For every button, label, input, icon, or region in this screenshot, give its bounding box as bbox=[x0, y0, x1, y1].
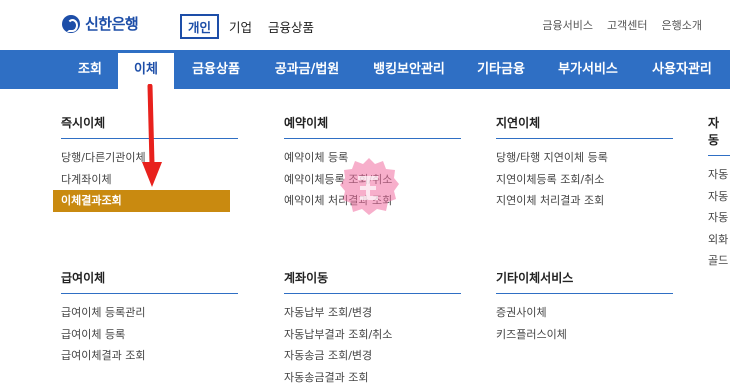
nav-extra-services[interactable]: 부가서비스 bbox=[548, 50, 628, 89]
menu-item[interactable]: 급여이체 등록 bbox=[61, 324, 238, 346]
nav-security[interactable]: 뱅킹보안관리 bbox=[360, 50, 458, 89]
nav-products[interactable]: 금융상품 bbox=[180, 50, 252, 89]
menu-col-title: 기타이체서비스 bbox=[496, 269, 673, 294]
menu-col-delayed: 지연이체 당행/타행 지연이체 등록 지연이체등록 조회/취소 지연이체 처리결… bbox=[496, 114, 673, 212]
nav-utility-court[interactable]: 공과금/법원 bbox=[262, 50, 352, 89]
menu-col-title: 지연이체 bbox=[496, 114, 673, 139]
menu-item[interactable]: 당행/타행 지연이체 등록 bbox=[496, 147, 673, 169]
menu-item[interactable]: 자동 bbox=[708, 164, 730, 186]
menu-col-title: 계좌이동 bbox=[284, 269, 461, 294]
brand-name: 신한은행 bbox=[85, 15, 139, 33]
menu-item[interactable]: 키즈플러스이체 bbox=[496, 324, 673, 346]
page: 신한은행 개인 기업 금융상품 금융서비스 고객센터 은행소개 조회 이체 금융… bbox=[0, 0, 730, 384]
menu-col-other: 기타이체서비스 증권사이체 키즈플러스이체 bbox=[496, 269, 673, 345]
menu-item-highlighted[interactable]: 이체결과조회 bbox=[53, 190, 230, 212]
menu-list: 자동 자동 자동 외화 골드 bbox=[708, 164, 730, 272]
menu-list: 자동납부 조회/변경 자동납부결과 조회/취소 자동송금 조회/변경 자동송금결… bbox=[284, 302, 461, 384]
menu-item[interactable]: 자동납부결과 조회/취소 bbox=[284, 324, 461, 346]
top-tabs: 개인 기업 금융상품 bbox=[180, 14, 320, 39]
brand-logo[interactable]: 신한은행 bbox=[62, 13, 139, 34]
menu-item[interactable]: 자동 bbox=[708, 207, 730, 229]
menu-col-salary: 급여이체 급여이체 등록관리 급여이체 등록 급여이체결과 조회 bbox=[61, 269, 238, 367]
util-customer-center[interactable]: 고객센터 bbox=[607, 17, 647, 33]
nav-user-management[interactable]: 사용자관리 bbox=[640, 50, 724, 89]
red-arrow-annotation bbox=[142, 84, 162, 187]
menu-col-title: 예약이체 bbox=[284, 114, 461, 139]
menu-item[interactable]: 자동 bbox=[708, 186, 730, 208]
menu-item[interactable]: 외화 bbox=[708, 229, 730, 251]
menu-col-account-move: 계좌이동 자동납부 조회/변경 자동납부결과 조회/취소 자동송금 조회/변경 … bbox=[284, 269, 461, 384]
menu-item[interactable]: 지연이체등록 조회/취소 bbox=[496, 169, 673, 191]
menu-col-title: 급여이체 bbox=[61, 269, 238, 294]
menu-list: 급여이체 등록관리 급여이체 등록 급여이체결과 조회 bbox=[61, 302, 238, 367]
util-bank-intro[interactable]: 은행소개 bbox=[662, 17, 702, 33]
top-tab-personal[interactable]: 개인 bbox=[180, 14, 220, 39]
top-tab-business[interactable]: 기업 bbox=[223, 15, 258, 38]
menu-col-title: 자동 bbox=[708, 114, 730, 156]
shinhan-logo-icon bbox=[62, 14, 80, 33]
menu-item[interactable]: 지연이체 처리결과 조회 bbox=[496, 190, 673, 212]
menu-item[interactable]: 자동송금 조회/변경 bbox=[284, 345, 461, 367]
util-financial-services[interactable]: 금융서비스 bbox=[542, 17, 593, 33]
utility-links: 금융서비스 고객센터 은행소개 bbox=[542, 17, 702, 33]
menu-col-auto: 자동 자동 자동 자동 외화 골드 bbox=[708, 114, 730, 272]
menu-item[interactable]: 골드 bbox=[708, 250, 730, 272]
main-nav: 조회 이체 금융상품 공과금/법원 뱅킹보안관리 기타금융 부가서비스 사용자관… bbox=[0, 50, 730, 89]
nav-inquiry[interactable]: 조회 bbox=[62, 50, 118, 89]
top-tab-products[interactable]: 금융상품 bbox=[262, 15, 320, 38]
pink-stamp-watermark bbox=[340, 158, 399, 215]
menu-item[interactable]: 급여이체결과 조회 bbox=[61, 345, 238, 367]
menu-item[interactable]: 자동납부 조회/변경 bbox=[284, 302, 461, 324]
menu-item[interactable]: 증권사이체 bbox=[496, 302, 673, 324]
menu-list: 증권사이체 키즈플러스이체 bbox=[496, 302, 673, 345]
menu-list: 당행/타행 지연이체 등록 지연이체등록 조회/취소 지연이체 처리결과 조회 bbox=[496, 147, 673, 212]
menu-item[interactable]: 자동송금결과 조회 bbox=[284, 367, 461, 384]
menu-item[interactable]: 급여이체 등록관리 bbox=[61, 302, 238, 324]
top-bar: 신한은행 개인 기업 금융상품 금융서비스 고객센터 은행소개 bbox=[0, 0, 730, 50]
nav-other-finance[interactable]: 기타금융 bbox=[466, 50, 536, 89]
